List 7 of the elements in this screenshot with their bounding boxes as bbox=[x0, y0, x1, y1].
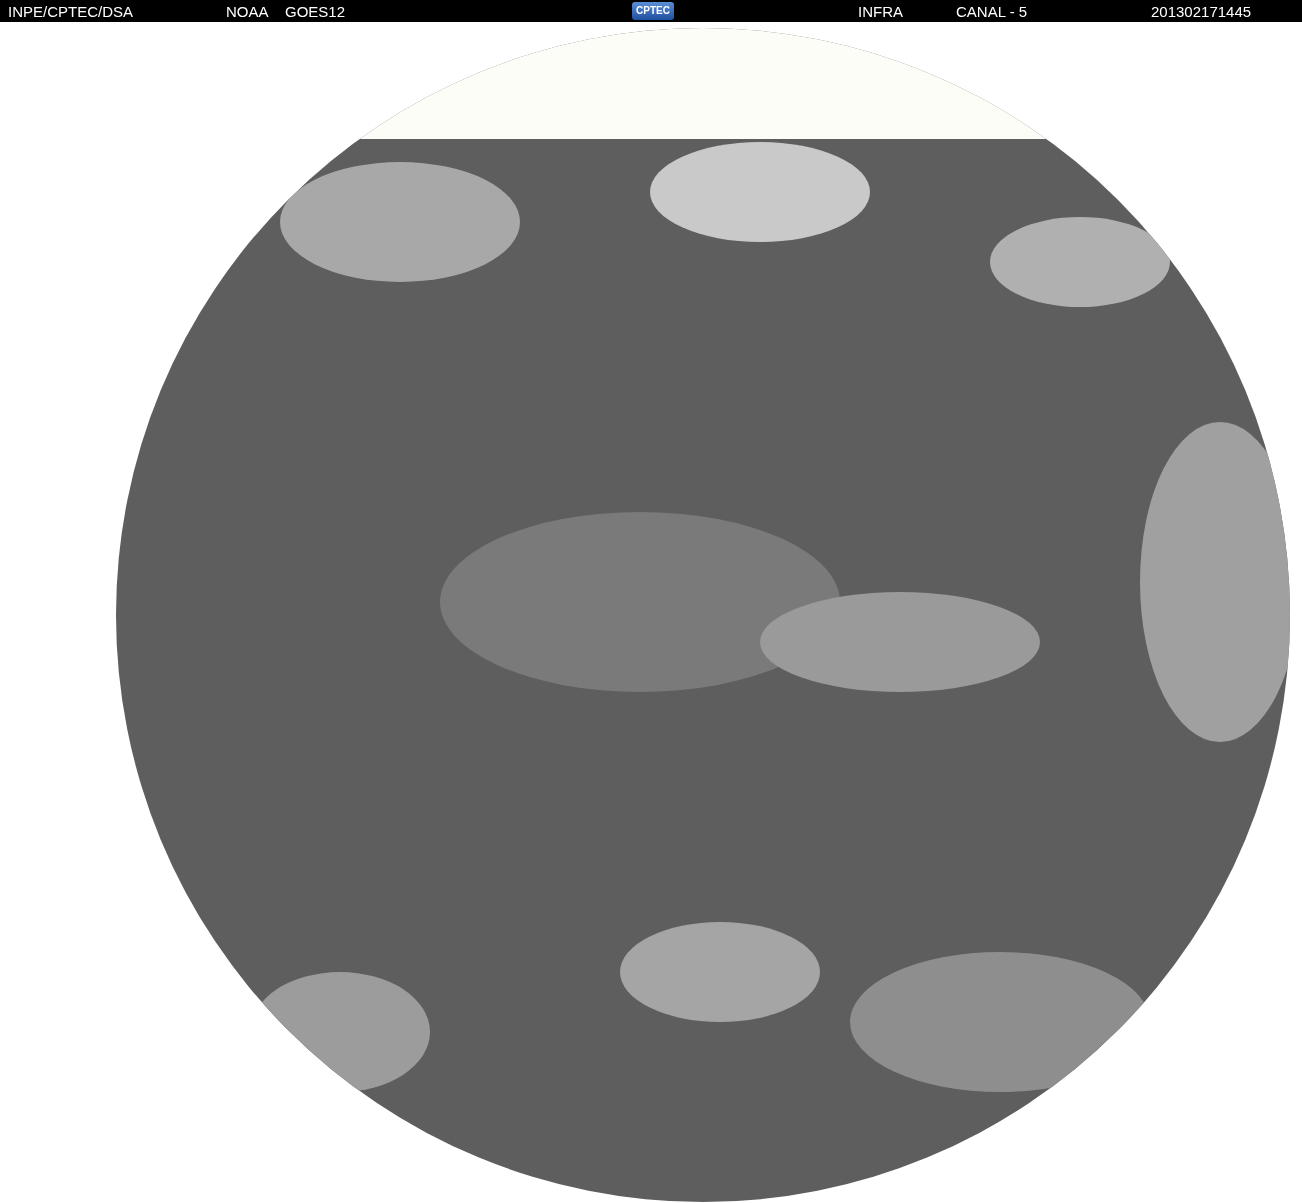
satellite-label: GOES12 bbox=[285, 2, 346, 20]
agency-label: NOAA bbox=[226, 2, 269, 20]
logo: CPTEC bbox=[632, 2, 674, 20]
timestamp-label: 201302171445 bbox=[1151, 2, 1252, 20]
channel-type-label: INFRA bbox=[858, 2, 903, 20]
channel-label: CANAL - 5 bbox=[956, 2, 1028, 20]
source-label: INPE/CPTEC/DSA bbox=[8, 2, 134, 20]
